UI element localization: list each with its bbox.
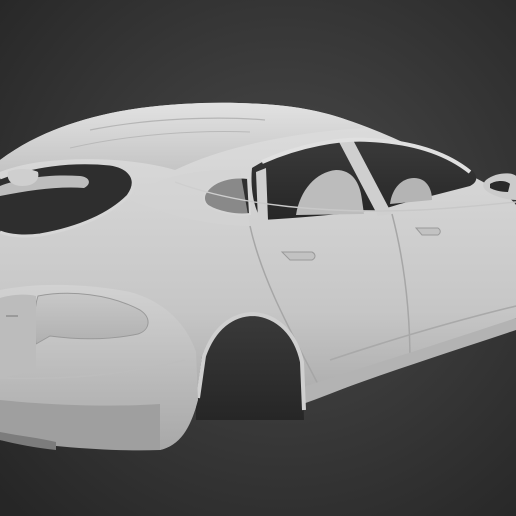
- 3d-viewport[interactable]: [0, 0, 516, 516]
- rear-quarter-window-frame: [256, 168, 268, 221]
- car-model-render: [0, 0, 516, 516]
- tail-lamp-inner: [0, 294, 36, 378]
